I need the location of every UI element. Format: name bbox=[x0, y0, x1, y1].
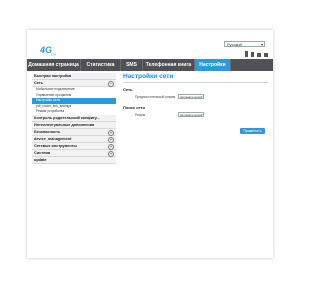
sms-icon bbox=[264, 53, 268, 57]
tab-settings[interactable]: Настройки bbox=[195, 59, 231, 71]
apply-button[interactable]: Применить bbox=[240, 128, 265, 134]
sidebar-item-network-tools[interactable]: Сетевые инструменты + bbox=[32, 142, 116, 150]
sidebar: Быстрая настройка Сеть − Мобильное подкл… bbox=[32, 73, 116, 164]
preferred-mode-row: Предпочтительный режим Автоматически ▾ bbox=[123, 94, 268, 101]
main-content: Настройки сети Сеть Предпочтительный реж… bbox=[123, 73, 268, 119]
sidebar-item-device-management[interactable]: device_management + bbox=[32, 135, 116, 143]
network-search-section-title: Поиск сети bbox=[123, 105, 145, 110]
sidebar-item-update[interactable]: update bbox=[32, 156, 116, 164]
chevron-down-icon: ▾ bbox=[260, 42, 263, 47]
sidebar-item-label: Сеть bbox=[34, 81, 43, 85]
tab-phonebook[interactable]: Телефонная книга bbox=[143, 59, 195, 71]
preferred-mode-select[interactable]: Автоматически ▾ bbox=[178, 94, 204, 99]
preferred-mode-label: Предпочтительный режим bbox=[135, 95, 176, 99]
sidebar-item-label: device_management bbox=[34, 136, 72, 141]
chevron-down-icon: ▾ bbox=[200, 113, 203, 117]
main-navbar: Домашняя страница Статистика SMS Телефон… bbox=[27, 59, 273, 71]
sidebar-item-label: Интеллектуальные дополнения bbox=[34, 122, 95, 127]
sidebar-item-network[interactable]: Сеть − bbox=[32, 80, 116, 87]
svg-text:LTE: LTE bbox=[51, 53, 56, 57]
sidebar-item-label: Безопасность bbox=[34, 129, 61, 134]
search-mode-row: Режим Автоматически ▾ bbox=[123, 112, 268, 119]
chevron-down-icon: ▾ bbox=[200, 95, 203, 99]
language-value: Русский bbox=[227, 42, 242, 47]
search-mode-select[interactable]: Автоматически ▾ bbox=[178, 112, 204, 117]
sidebar-item-security[interactable]: Безопасность + bbox=[32, 128, 116, 136]
sidebar-item-advanced[interactable]: Интеллектуальные дополнения bbox=[32, 121, 116, 129]
search-mode-label: Режим bbox=[135, 113, 146, 117]
page-title: Настройки сети bbox=[123, 73, 268, 83]
tab-sms[interactable]: SMS bbox=[121, 59, 143, 71]
tab-statistics[interactable]: Статистика bbox=[81, 59, 121, 71]
sidebar-item-label: Сетевые инструменты bbox=[34, 143, 77, 148]
sidebar-item-quick-setup[interactable]: Быстрая настройка bbox=[32, 73, 116, 80]
network-section-title: Сеть bbox=[123, 87, 133, 92]
sidebar-item-parental-control[interactable]: Контроль родительский конфигу... bbox=[32, 114, 116, 122]
sidebar-item-label: Быстрая настройка bbox=[34, 74, 72, 78]
collapse-icon[interactable]: − bbox=[108, 81, 114, 87]
header: 4G LTE Русский ▾ bbox=[27, 30, 273, 59]
preferred-mode-value: Автоматически bbox=[180, 95, 201, 99]
sidebar-item-label: Система bbox=[34, 150, 50, 155]
status-icons bbox=[245, 49, 268, 57]
network-icon bbox=[251, 52, 254, 57]
search-mode-value: Автоматически bbox=[180, 113, 201, 117]
sidebar-item-system[interactable]: Система + bbox=[32, 149, 116, 157]
signal-icon bbox=[245, 51, 248, 57]
sidebar-item-label: Контроль родительский конфигу... bbox=[34, 115, 100, 120]
battery-icon bbox=[257, 53, 261, 57]
tab-home[interactable]: Домашняя страница bbox=[27, 59, 81, 71]
language-select[interactable]: Русский ▾ bbox=[224, 41, 265, 47]
router-admin-window: 4G LTE Русский ▾ Домашняя страница Стати… bbox=[27, 30, 273, 258]
sidebar-item-label: update bbox=[34, 157, 47, 162]
